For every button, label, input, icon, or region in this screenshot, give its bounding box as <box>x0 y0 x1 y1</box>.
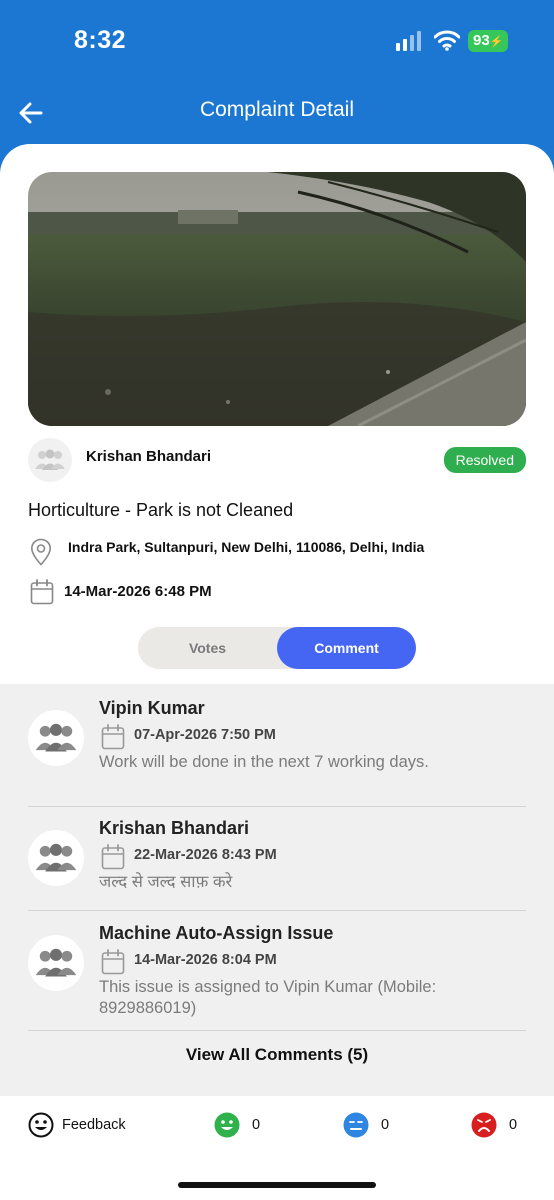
feedback-bar: Feedback 0 0 0 <box>0 1096 554 1200</box>
group-avatar-icon <box>35 948 77 977</box>
neutral-count: 0 <box>381 1117 390 1133</box>
complaint-address: Indra Park, Sultanpuri, New Delhi, 11008… <box>68 539 425 555</box>
complaint-card: Krishan Bhandari Resolved Horticulture -… <box>0 144 554 1200</box>
happy-face-icon <box>214 1112 240 1138</box>
app-header: Complaint Detail <box>0 80 554 146</box>
feedback-label: Feedback <box>62 1117 126 1133</box>
avatar <box>28 830 84 886</box>
smiley-icon <box>28 1112 54 1138</box>
tab-comment[interactable]: Comment <box>277 627 416 669</box>
complaint-photo[interactable] <box>28 172 526 426</box>
reporter-name: Krishan Bhandari <box>86 448 212 465</box>
comment-text: Work will be done in the next 7 working … <box>99 753 429 771</box>
group-avatar-icon <box>35 449 65 470</box>
comment-author: Vipin Kumar <box>99 698 205 718</box>
divider <box>28 806 526 807</box>
status-badge: Resolved <box>443 447 526 473</box>
calendar-icon <box>30 579 54 605</box>
group-avatar-icon <box>35 843 77 872</box>
sad-reaction-button[interactable]: 0 <box>471 1111 517 1139</box>
happy-count: 0 <box>252 1117 261 1133</box>
comment-author: Krishan Bhandari <box>99 818 250 838</box>
comment-author: Machine Auto-Assign Issue <box>99 923 334 943</box>
comment-item: Vipin Kumar 07-Apr-2026 7:50 PM Work wil… <box>28 698 526 790</box>
date-row: 14-Mar-2026 6:48 PM <box>28 578 526 608</box>
view-all-comments-button[interactable]: View All Comments (5) <box>0 1045 554 1065</box>
comment-text: This issue is assigned to Vipin Kumar (M… <box>99 978 437 1017</box>
home-indicator[interactable] <box>178 1182 376 1188</box>
comment-item: Machine Auto-Assign Issue 14-Mar-2026 8:… <box>28 923 526 1019</box>
signal-icon <box>396 31 421 51</box>
group-avatar-icon <box>35 723 77 752</box>
neutral-reaction-button[interactable]: 0 <box>343 1111 389 1139</box>
address-row: Indra Park, Sultanpuri, New Delhi, 11008… <box>28 536 526 568</box>
sad-count: 0 <box>509 1117 518 1133</box>
divider <box>28 1030 526 1031</box>
complaint-title: Horticulture - Park is not Cleaned <box>28 500 294 520</box>
feedback-button[interactable]: Feedback <box>28 1111 126 1139</box>
battery-indicator: 93⚡ <box>468 30 509 52</box>
avatar <box>28 438 72 482</box>
battery-level: 93 <box>473 32 490 49</box>
complaint-date: 14-Mar-2026 6:48 PM <box>64 583 212 600</box>
location-pin-icon <box>30 538 52 566</box>
status-bar: 8:32 93⚡ <box>0 0 554 80</box>
comment-text: जल्द से जल्द साफ़ करे <box>99 873 233 891</box>
votes-comment-toggle: Votes Comment <box>138 627 416 669</box>
avatar <box>28 710 84 766</box>
happy-reaction-button[interactable]: 0 <box>214 1111 260 1139</box>
calendar-icon <box>101 844 125 870</box>
comment-item: Krishan Bhandari 22-Mar-2026 8:43 PM जल्… <box>28 818 526 898</box>
calendar-icon <box>101 724 125 750</box>
sad-face-icon <box>471 1112 497 1138</box>
comment-date: 14-Mar-2026 8:04 PM <box>134 952 277 968</box>
comment-date: 07-Apr-2026 7:50 PM <box>134 727 276 743</box>
tab-votes[interactable]: Votes <box>138 627 277 669</box>
neutral-face-icon <box>343 1112 369 1138</box>
wifi-icon <box>434 30 460 51</box>
page-title: Complaint Detail <box>199 98 355 121</box>
comment-date: 22-Mar-2026 8:43 PM <box>134 847 277 863</box>
comments-section: Vipin Kumar 07-Apr-2026 7:50 PM Work wil… <box>0 684 554 1096</box>
park-photo-image <box>28 172 526 426</box>
calendar-icon <box>101 949 125 975</box>
status-time: 8:32 <box>74 26 127 54</box>
divider <box>28 910 526 911</box>
reporter-row: Krishan Bhandari Resolved <box>28 438 526 482</box>
avatar <box>28 935 84 991</box>
